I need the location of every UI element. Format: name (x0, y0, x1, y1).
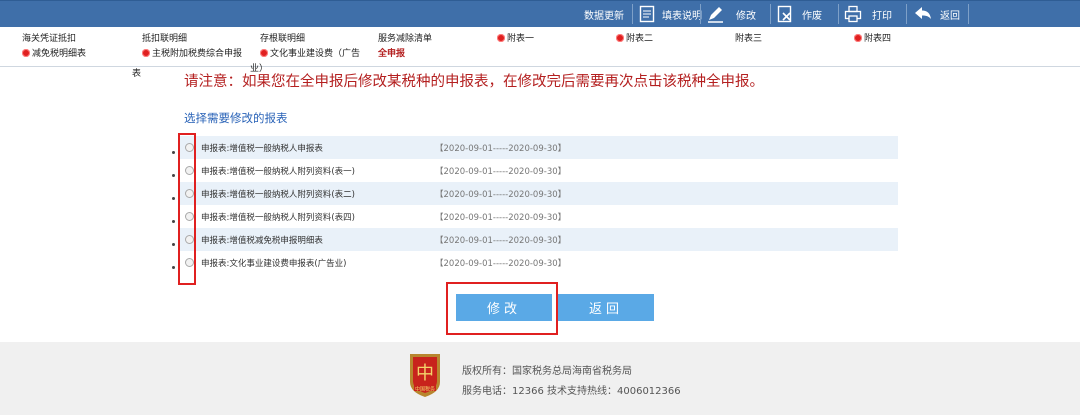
report-period: 【2020-09-01-----2020-09-30】 (435, 189, 567, 200)
nav-customs-deduction[interactable]: 海关凭证抵扣 (22, 31, 76, 44)
form-nav: 海关凭证抵扣 抵扣联明细 存根联明细 服务减除清单 附表一 附表二 附表三 附表… (0, 28, 1080, 79)
toolbar-divider (968, 4, 969, 24)
bullet-icon (172, 151, 175, 154)
tax-logo-icon: 中 中国税务 (408, 352, 442, 398)
section-title: 选择需要修改的报表 (184, 111, 288, 125)
nav-schedule-3[interactable]: 附表三 (735, 31, 762, 44)
void-label: 作废 (802, 10, 822, 22)
nav-wrap-text: 表 (132, 66, 141, 79)
copyright-text: 版权所有：国家税务总局海南省税务局 (462, 366, 632, 377)
nav-wrap-label: 表 (132, 69, 142, 79)
svg-text:中国税务: 中国税务 (415, 386, 435, 393)
nav-stub-detail[interactable]: 存根联明细 (260, 31, 305, 44)
fill-help-button[interactable]: 填表说明 (638, 1, 702, 27)
nav-label: 抵扣联明细 (142, 34, 188, 44)
nav-schedule-2[interactable]: 附表二 (616, 31, 653, 44)
nav-schedule-4[interactable]: 附表四 (854, 31, 891, 44)
nav-label: 附表二 (626, 34, 654, 44)
report-row[interactable]: 申报表:增值税一般纳税人附列资料(表四) 【2020-09-01-----202… (180, 205, 898, 228)
report-row[interactable]: 申报表:增值税一般纳税人附列资料(表一) 【2020-09-01-----202… (180, 159, 898, 182)
nav-culture-fee[interactable]: 文化事业建设费（广告 (260, 46, 360, 59)
nav-label: 存根联明细 (260, 34, 306, 44)
printer-icon (844, 5, 862, 23)
report-name: 申报表:增值税一般纳税人附列资料(表二) (201, 189, 355, 200)
toolbar-divider (700, 4, 701, 24)
nav-label: 主税附加税费综合申报 (152, 49, 243, 59)
nav-label: 海关凭证抵扣 (22, 34, 77, 44)
nav-label: 文化事业建设费（广告 (270, 49, 361, 59)
toolbar-divider (632, 4, 633, 24)
report-period: 【2020-09-01-----2020-09-30】 (435, 143, 567, 154)
report-row[interactable]: 申报表:增值税一般纳税人申报表 【2020-09-01-----2020-09-… (180, 136, 898, 159)
pencil-icon (706, 5, 724, 23)
report-name: 申报表:增值税减免税申报明细表 (201, 235, 323, 246)
nav-service-deduction-list[interactable]: 服务减除清单 (378, 31, 432, 44)
nav-label: 减免税明细表 (32, 49, 87, 59)
modify-highlight-box (446, 282, 558, 335)
void-document-icon (776, 5, 794, 23)
svg-text:中: 中 (416, 363, 434, 384)
bullet-icon (172, 266, 175, 269)
back-arrow-icon (914, 5, 932, 23)
data-update-label: 数据更新 (584, 10, 624, 22)
toolbar-divider (770, 4, 771, 24)
report-name: 申报表:增值税一般纳税人申报表 (201, 143, 323, 154)
nav-surcharge-combined[interactable]: 主税附加税费综合申报 (142, 46, 242, 59)
data-update-button[interactable]: 数据更新 (584, 1, 624, 27)
status-dot-icon (260, 48, 268, 57)
status-dot-icon (854, 33, 862, 42)
print-label: 打印 (872, 10, 892, 22)
report-period: 【2020-09-01-----2020-09-30】 (435, 212, 567, 223)
status-dot-icon (142, 48, 150, 57)
report-period: 【2020-09-01-----2020-09-30】 (435, 258, 567, 269)
nav-full-declaration[interactable]: 全申报 (378, 46, 405, 59)
fill-help-label: 填表说明 (662, 10, 702, 22)
support-phone-text: 服务电话：12366 技术支持热线：4006012366 (462, 386, 681, 397)
report-row[interactable]: 申报表:增值税减免税申报明细表 【2020-09-01-----2020-09-… (180, 228, 898, 251)
nav-label: 附表一 (507, 34, 535, 44)
nav-label: 附表三 (735, 34, 763, 44)
report-row[interactable]: 申报表:增值税一般纳税人附列资料(表二) 【2020-09-01-----202… (180, 182, 898, 205)
status-dot-icon (616, 33, 624, 42)
toolbar-divider (838, 4, 839, 24)
status-dot-icon (497, 33, 505, 42)
back-toolbar-label: 返回 (940, 10, 960, 22)
status-dot-icon (22, 48, 30, 57)
nav-label: 全申报 (378, 49, 406, 59)
toolbar-divider (906, 4, 907, 24)
nav-deduction-detail[interactable]: 抵扣联明细 (142, 31, 187, 44)
bullet-icon (172, 174, 175, 177)
back-toolbar-button[interactable]: 返回 (914, 1, 960, 27)
report-name: 申报表:文化事业建设费申报表(广告业) (201, 258, 347, 269)
report-period: 【2020-09-01-----2020-09-30】 (435, 235, 567, 246)
bullet-icon (172, 197, 175, 200)
back-button[interactable]: 返回 (558, 294, 654, 321)
report-period: 【2020-09-01-----2020-09-30】 (435, 166, 567, 177)
report-name: 申报表:增值税一般纳税人附列资料(表一) (201, 166, 355, 177)
bullet-icon (172, 243, 175, 246)
void-button[interactable]: 作废 (776, 1, 822, 27)
report-row[interactable]: 申报表:文化事业建设费申报表(广告业) 【2020-09-01-----2020… (180, 251, 898, 274)
modify-toolbar-label: 修改 (736, 10, 756, 22)
top-toolbar: 数据更新 填表说明 修改 作废 打印 返回 (0, 0, 1080, 27)
nav-schedule-1[interactable]: 附表一 (497, 31, 534, 44)
nav-exemption-detail[interactable]: 减免税明细表 (22, 46, 86, 59)
report-name: 申报表:增值税一般纳税人附列资料(表四) (201, 212, 355, 223)
nav-label: 附表四 (864, 34, 892, 44)
notice-text: 请注意：如果您在全申报后修改某税种的申报表，在修改完后需要再次点击该税种全申报。 (184, 74, 764, 90)
radio-highlight-box (178, 133, 196, 285)
footer: 中 中国税务 (0, 342, 1080, 415)
print-button[interactable]: 打印 (844, 1, 892, 27)
document-icon (638, 5, 656, 23)
nav-label: 服务减除清单 (378, 34, 433, 44)
modify-toolbar-button[interactable]: 修改 (706, 1, 756, 27)
bullet-icon (172, 220, 175, 223)
